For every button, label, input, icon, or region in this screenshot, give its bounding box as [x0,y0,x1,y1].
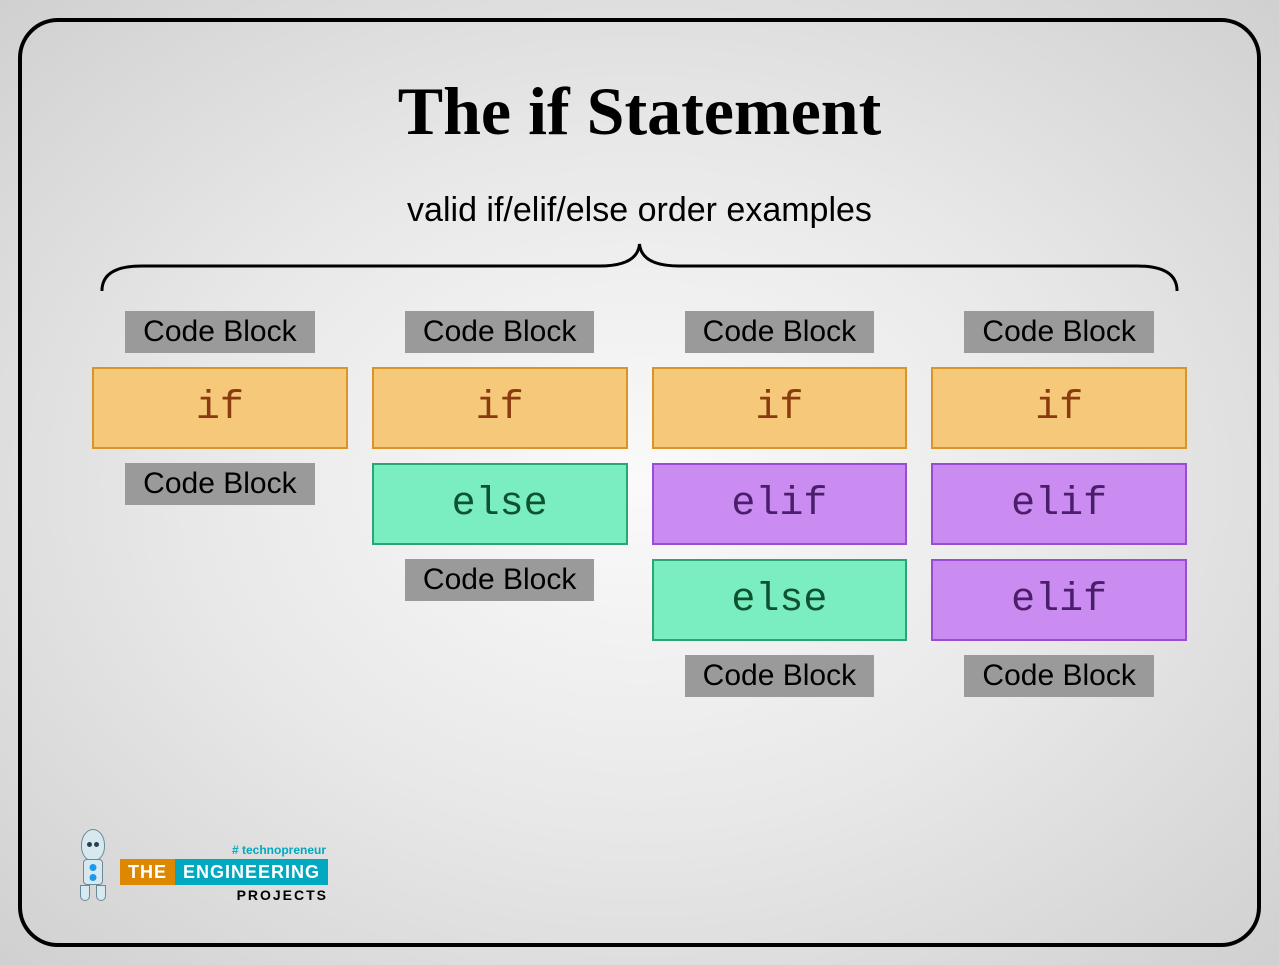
logo-projects: PROJECTS [237,887,328,903]
robot-icon [72,829,114,903]
example-column-4: Code Block if elif elif Code Block [931,311,1187,697]
code-block-label: Code Block [964,311,1153,353]
keyword-if: if [931,367,1187,449]
example-columns: Code Block if Code Block Code Block if e… [92,311,1187,697]
keyword-else: else [652,559,908,641]
code-block-label: Code Block [405,311,594,353]
example-column-3: Code Block if elif else Code Block [652,311,908,697]
keyword-elif: elif [931,463,1187,545]
diagram-frame: The if Statement valid if/elif/else orde… [18,18,1261,947]
keyword-if: if [652,367,908,449]
code-block-label: Code Block [125,311,314,353]
page-title: The if Statement [62,72,1217,151]
logo-hashtag: # technopreneur [232,843,326,857]
logo-engineering: ENGINEERING [175,859,328,885]
code-block-label: Code Block [125,463,314,505]
logo-the: THE [120,859,175,885]
subtitle: valid if/elif/else order examples [62,191,1217,230]
example-column-2: Code Block if else Code Block [372,311,628,697]
keyword-elif: elif [931,559,1187,641]
code-block-label: Code Block [685,311,874,353]
keyword-elif: elif [652,463,908,545]
example-column-1: Code Block if Code Block [92,311,348,697]
code-block-label: Code Block [964,655,1153,697]
code-block-label: Code Block [685,655,874,697]
keyword-if: if [372,367,628,449]
brand-logo: # technopreneur THE ENGINEERING PROJECTS [72,829,328,903]
keyword-if: if [92,367,348,449]
code-block-label: Code Block [405,559,594,601]
keyword-else: else [372,463,628,545]
logo-text: # technopreneur THE ENGINEERING PROJECTS [120,843,328,903]
brace [92,236,1187,301]
